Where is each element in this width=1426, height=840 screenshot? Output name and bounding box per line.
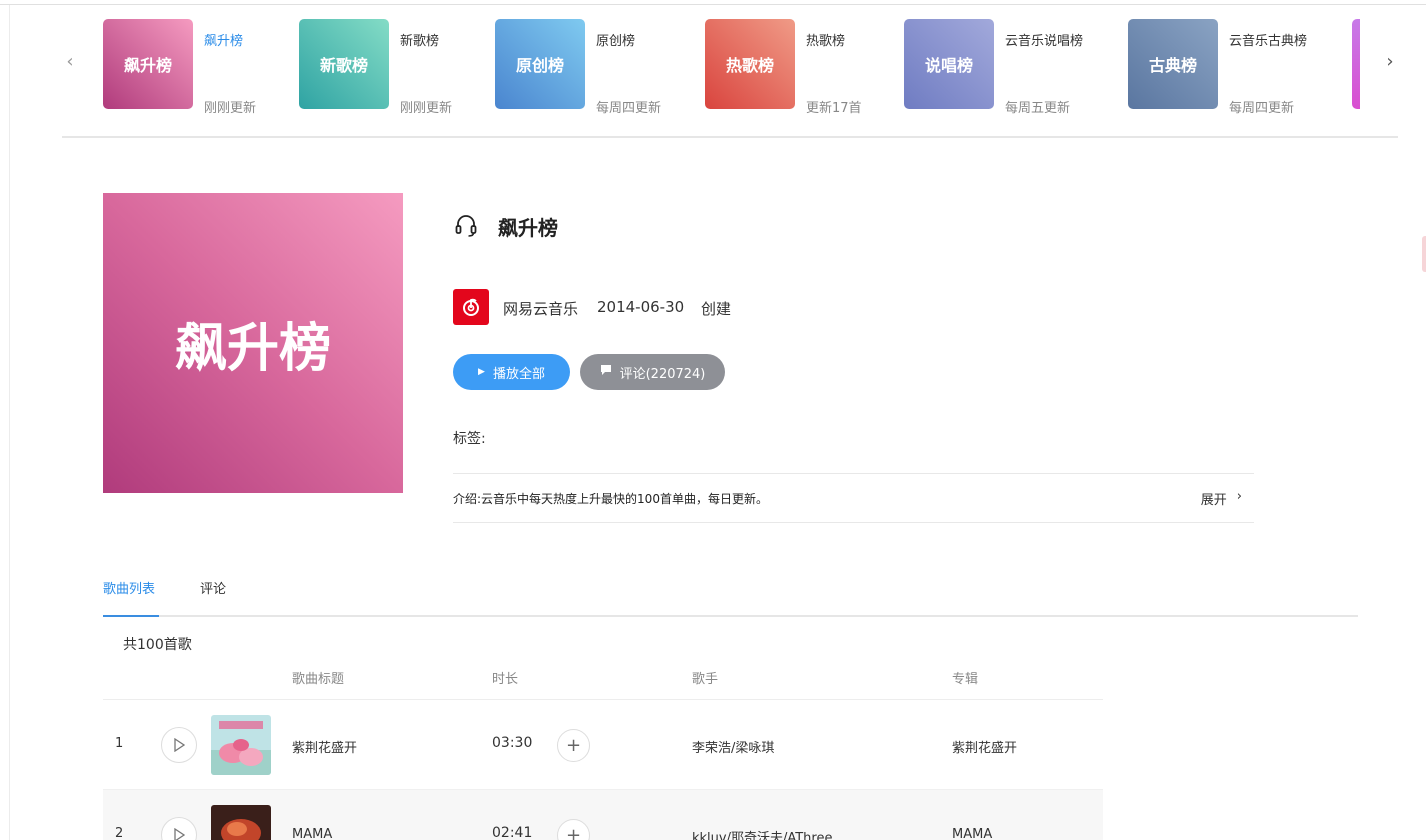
chart-update-text: 每周四更新 — [596, 101, 662, 116]
song-duration: 02:41 — [492, 825, 533, 840]
chart-item-original[interactable]: 原创榜 原创榜 每周四更新 — [495, 19, 670, 116]
create-date: 2014-06-30 — [597, 298, 685, 316]
chart-item-rap[interactable]: 说唱榜 云音乐说唱榜 每周五更新 — [904, 19, 1099, 116]
expand-label: 展开 — [1200, 493, 1227, 508]
chart-update-text: 每周四更新 — [1229, 101, 1295, 116]
top-border — [0, 0, 1426, 5]
chart-item-new[interactable]: 新歌榜 新歌榜 刚刚更新 — [299, 19, 459, 116]
table-header: 歌曲标题 时长 歌手 专辑 — [103, 655, 1103, 700]
active-tab-indicator — [103, 615, 159, 617]
header-album: 专辑 — [952, 672, 979, 687]
add-to-playlist-button[interactable]: + — [557, 819, 590, 840]
chart-update-text: 每周五更新 — [1005, 101, 1071, 116]
chart-update-text: 更新17首 — [806, 101, 862, 116]
chart-cover: 古典榜 — [1128, 19, 1218, 109]
active-chart-indicator — [103, 136, 259, 138]
left-border — [9, 5, 10, 840]
expand-button[interactable]: 展开 › — [1201, 489, 1242, 508]
description-row: 介绍:云音乐中每天热度上升最快的100首单曲，每日更新。 展开 › — [453, 473, 1254, 523]
description-text: 介绍:云音乐中每天热度上升最快的100首单曲，每日更新。 — [453, 492, 768, 506]
create-label: 创建 — [701, 300, 732, 318]
tab-song-list[interactable]: 歌曲列表 — [103, 578, 155, 597]
song-album[interactable]: 紫荆花盛开 — [952, 737, 1017, 756]
song-count: 共100首歌 — [123, 637, 192, 653]
chevron-right-icon: › — [1236, 489, 1242, 504]
comment-icon — [600, 364, 612, 380]
header-duration: 时长 — [492, 672, 519, 687]
chart-item-partial[interactable] — [1352, 19, 1360, 111]
header-title: 歌曲标题 — [292, 672, 345, 687]
song-artist[interactable]: 李荣浩/梁咏琪 — [692, 737, 774, 756]
chart-strip: ‹ 飙升榜 飙升榜 刚刚更新 新歌榜 新歌榜 刚刚更新 原创榜 原创榜 每周四更… — [62, 6, 1398, 138]
chart-item-classical[interactable]: 古典榜 云音乐古典榜 每周四更新 — [1128, 19, 1323, 116]
chart-cover: 新歌榜 — [299, 19, 389, 109]
chevron-left-icon[interactable]: ‹ — [62, 50, 78, 74]
chart-update-text: 刚刚更新 — [204, 101, 257, 116]
chart-item-soaring[interactable]: 飙升榜 飙升榜 刚刚更新 — [103, 19, 256, 116]
row-index: 2 — [115, 826, 124, 840]
chart-name: 新歌榜 — [400, 34, 440, 49]
album-thumbnail[interactable] — [211, 715, 271, 775]
chart-name: 云音乐说唱榜 — [1005, 34, 1084, 49]
netease-logo-icon[interactable] — [453, 289, 489, 325]
chart-cover: 飙升榜 — [103, 19, 193, 109]
content-tabs: 歌曲列表 评论 — [103, 570, 1358, 617]
comment-label: 评论(220724) — [619, 366, 706, 382]
tab-comments[interactable]: 评论 — [200, 578, 226, 597]
play-song-button[interactable] — [161, 727, 197, 763]
chart-name: 原创榜 — [596, 34, 636, 49]
song-duration: 03:30 — [492, 735, 533, 751]
play-song-button[interactable] — [161, 817, 197, 840]
song-album[interactable]: MAMA — [952, 827, 992, 840]
playlist-cover: 飙升榜 — [103, 193, 403, 493]
song-title[interactable]: 紫荆花盛开 — [292, 737, 357, 756]
table-row[interactable]: 1 紫荆花盛开 03:30 + 李荣浩/梁咏琪 紫荆花盛开 — [103, 700, 1103, 790]
tags-label: 标签: — [453, 431, 486, 447]
row-index: 1 — [115, 736, 124, 751]
song-artist[interactable]: kkluv/耶奇沃夫/AThree — [692, 827, 832, 840]
song-title[interactable]: MAMA — [292, 827, 332, 840]
chart-name: 云音乐古典榜 — [1229, 34, 1308, 49]
chart-update-text: 刚刚更新 — [400, 101, 453, 116]
play-icon: ▶ — [478, 367, 485, 377]
chevron-right-icon[interactable]: › — [1382, 50, 1398, 74]
play-all-label: 播放全部 — [492, 366, 545, 382]
header-artist: 歌手 — [692, 672, 719, 687]
chart-cover: 说唱榜 — [904, 19, 994, 109]
chart-cover: 热歌榜 — [705, 19, 795, 109]
chart-cover: 原创榜 — [495, 19, 585, 109]
headphone-icon — [453, 212, 479, 238]
add-to-playlist-button[interactable]: + — [557, 729, 590, 762]
side-handle[interactable] — [1422, 236, 1426, 272]
chart-cover — [1352, 19, 1360, 109]
chart-name: 热歌榜 — [806, 34, 846, 49]
table-row[interactable]: 2 MAMA 02:41 + kkluv/耶奇沃夫/AThree MAMA — [103, 790, 1103, 840]
play-all-button[interactable]: ▶ 播放全部 — [453, 354, 570, 390]
chart-name: 飙升榜 — [204, 34, 244, 49]
album-thumbnail[interactable] — [211, 805, 271, 840]
creator-name[interactable]: 网易云音乐 — [503, 298, 578, 319]
comment-button[interactable]: 评论(220724) — [580, 354, 725, 390]
chart-item-hot[interactable]: 热歌榜 热歌榜 更新17首 — [705, 19, 880, 116]
playlist-title: 飙升榜 — [498, 216, 558, 240]
song-table: 歌曲标题 时长 歌手 专辑 1 紫荆花盛开 03:30 + 李荣浩/梁咏琪 紫荆… — [103, 655, 1103, 840]
